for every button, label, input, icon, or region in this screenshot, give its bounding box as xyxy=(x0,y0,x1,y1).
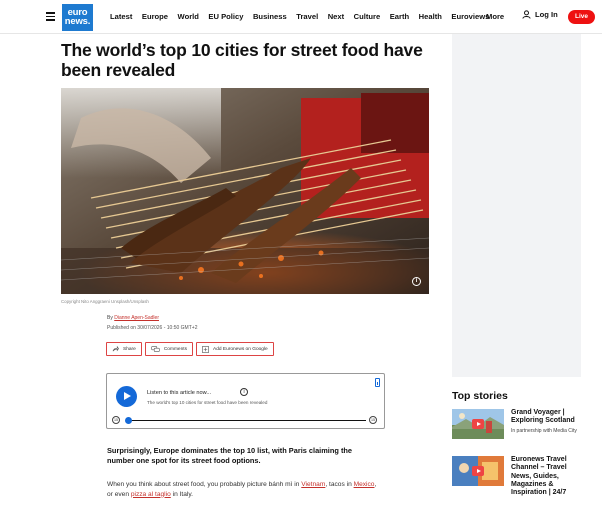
euronews-logo[interactable]: euro news. xyxy=(62,4,93,31)
video-play-icon xyxy=(472,466,484,476)
video-play-icon xyxy=(472,419,484,429)
article-paragraph: When you think about street food, you pr… xyxy=(107,480,377,499)
nav-item-earth[interactable]: Earth xyxy=(390,12,409,21)
author-link[interactable]: Dianne Apen-Sadler xyxy=(114,315,159,321)
comments-icon xyxy=(151,346,160,352)
comments-button[interactable]: Comments xyxy=(144,342,194,356)
login-button[interactable]: Log In xyxy=(522,10,558,19)
play-icon[interactable] xyxy=(116,386,137,407)
add-google-label: Add Euronews on Google xyxy=(213,346,268,352)
image-info-icon[interactable]: i xyxy=(412,277,421,286)
nav-item-europe[interactable]: Europe xyxy=(142,12,168,21)
user-icon xyxy=(522,10,531,19)
story-text: Grand Voyager | Exploring Scotland In pa… xyxy=(511,409,587,434)
player-title: The world's top 10 cities for street foo… xyxy=(147,400,268,405)
nav-item-latest[interactable]: Latest xyxy=(110,12,132,21)
comments-label: Comments xyxy=(163,346,188,352)
add-google-button[interactable]: Add Euronews on Google xyxy=(196,342,274,356)
menu-icon[interactable] xyxy=(46,12,55,21)
nav-item-world[interactable]: World xyxy=(178,12,199,21)
story-thumbnail xyxy=(452,409,504,439)
article-lead: Surprisingly, Europe dominates the top 1… xyxy=(107,446,353,465)
battery-icon xyxy=(375,378,380,387)
para-text-1: When you think about street food, you pr… xyxy=(107,481,302,488)
nav-item-travel[interactable]: Travel xyxy=(296,12,318,21)
top-stories-heading: Top stories xyxy=(452,390,508,402)
nav-item-health[interactable]: Health xyxy=(419,12,442,21)
article-headline: The world’s top 10 cities for street foo… xyxy=(61,40,423,80)
byline-prefix: By xyxy=(107,315,113,321)
progress-knob[interactable] xyxy=(124,417,132,424)
nav-item-next[interactable]: Next xyxy=(328,12,344,21)
audio-player: Listen to this article now... i The worl… xyxy=(106,373,385,429)
nav-item-culture[interactable]: Culture xyxy=(354,12,381,21)
link-mexico[interactable]: Mexico xyxy=(354,481,375,488)
login-label: Log In xyxy=(535,10,558,19)
story-thumbnail xyxy=(452,456,504,486)
info-icon[interactable]: i xyxy=(240,388,248,396)
share-toolbar: Share Comments Add Euronews on Google xyxy=(106,342,277,356)
progress-track[interactable] xyxy=(126,420,366,422)
published-date: Published on 30/07/2026 - 10:50 GMT+2 xyxy=(107,325,198,331)
image-credit: Copyright Nito Anggraeni Unsplash/Unspla… xyxy=(61,299,149,304)
story-headline[interactable]: Euronews Travel Channel – Travel News, G… xyxy=(511,456,587,497)
hero-image xyxy=(61,88,429,294)
share-button[interactable]: Share xyxy=(106,342,142,356)
nav-item-business[interactable]: Business xyxy=(253,12,287,21)
logo-line-2: news. xyxy=(64,16,91,27)
more-menu-button[interactable]: More xyxy=(486,12,504,21)
para-text-2: , tacos in xyxy=(325,481,354,488)
nav-item-eu-policy[interactable]: EU Policy xyxy=(208,12,243,21)
live-button[interactable]: Live xyxy=(568,10,595,24)
para-text-4: in Italy. xyxy=(170,490,194,498)
link-pizza-al-taglio[interactable]: pizza al taglio xyxy=(131,491,171,498)
story-partner: In partnership with Media City xyxy=(511,427,577,434)
story-headline[interactable]: Grand Voyager | Exploring Scotland xyxy=(511,409,587,426)
listen-label: Listen to this article now... xyxy=(147,390,212,396)
plus-square-icon xyxy=(202,345,209,353)
share-icon xyxy=(112,346,119,352)
forward-icon[interactable]: 15 xyxy=(369,416,377,424)
byline: By Dianne Apen-Sadler xyxy=(107,315,159,321)
story-text: Euronews Travel Channel – Travel News, G… xyxy=(511,456,587,497)
share-label: Share xyxy=(123,346,136,352)
link-vietnam[interactable]: Vietnam xyxy=(301,481,325,488)
ad-placeholder xyxy=(452,34,581,377)
rewind-icon[interactable]: 15 xyxy=(112,416,120,424)
nav-item-euroviews[interactable]: Euroviews xyxy=(451,12,489,21)
top-navigation: euro news. Latest Europe World EU Policy… xyxy=(0,0,602,34)
main-menu: Latest Europe World EU Policy Business T… xyxy=(110,12,499,21)
